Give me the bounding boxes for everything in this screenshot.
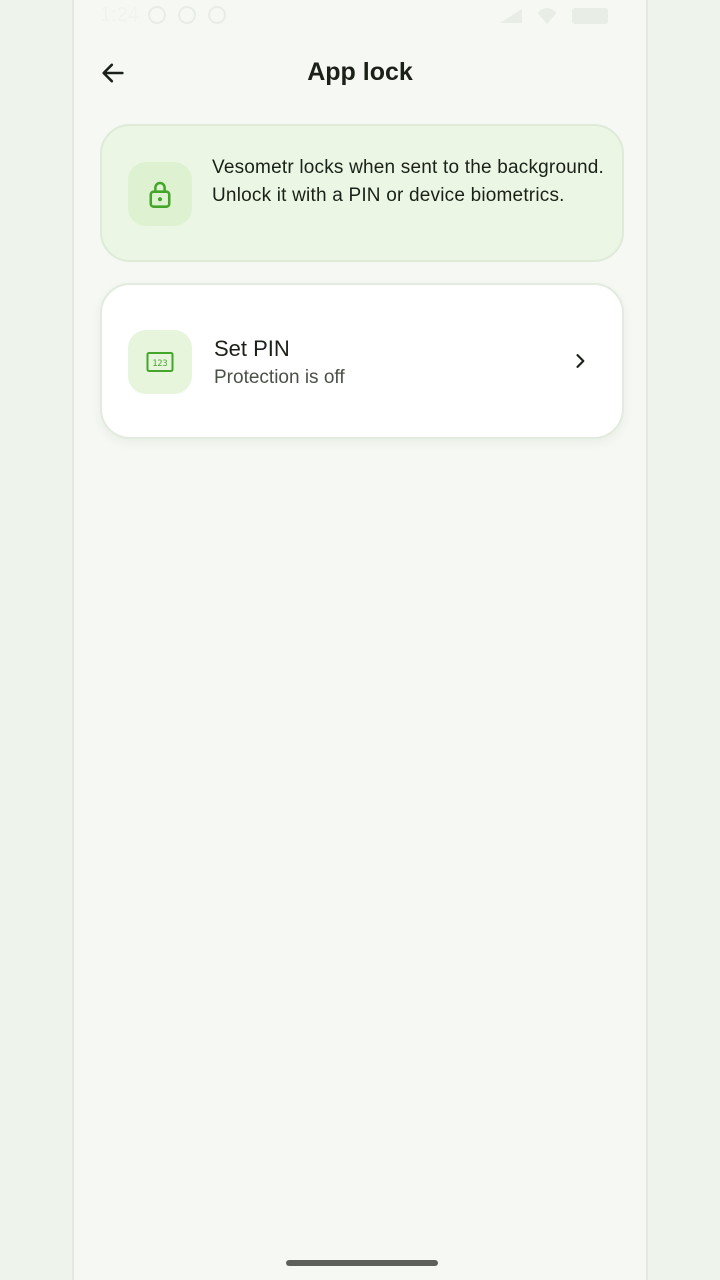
- battery-icon: [572, 8, 608, 24]
- signal-icon: [500, 9, 522, 23]
- home-indicator[interactable]: [286, 1260, 438, 1266]
- status-bar: 1:24: [74, 0, 646, 34]
- info-text: Vesometr locks when sent to the backgrou…: [212, 157, 604, 206]
- info-icon-tile: [128, 162, 192, 226]
- notification-icon: [208, 6, 226, 24]
- page-title: App lock: [307, 58, 413, 86]
- set-pin-title: Set PIN: [214, 336, 290, 361]
- app-lock-info-card: Vesometr locks when sent to the backgrou…: [100, 124, 624, 262]
- app-screen: 1:24 App lock Vesometr locks when sent t…: [72, 0, 648, 1280]
- chevron-right-icon: [568, 349, 592, 373]
- set-pin-item[interactable]: 123 Set PIN Protection is off: [100, 283, 624, 439]
- status-time: 1:24: [100, 4, 139, 26]
- wifi-icon: [536, 8, 558, 24]
- system-icons: [500, 8, 608, 24]
- notification-icon: [148, 6, 166, 24]
- lock-icon: [149, 181, 171, 208]
- app-bar: App lock: [74, 40, 646, 106]
- pin-pad-icon: 123: [146, 352, 174, 372]
- notification-icon: [178, 6, 196, 24]
- svg-text:123: 123: [152, 359, 167, 369]
- pin-icon-tile: 123: [128, 330, 192, 394]
- notification-icons: [148, 6, 226, 24]
- set-pin-subtitle: Protection is off: [214, 367, 345, 388]
